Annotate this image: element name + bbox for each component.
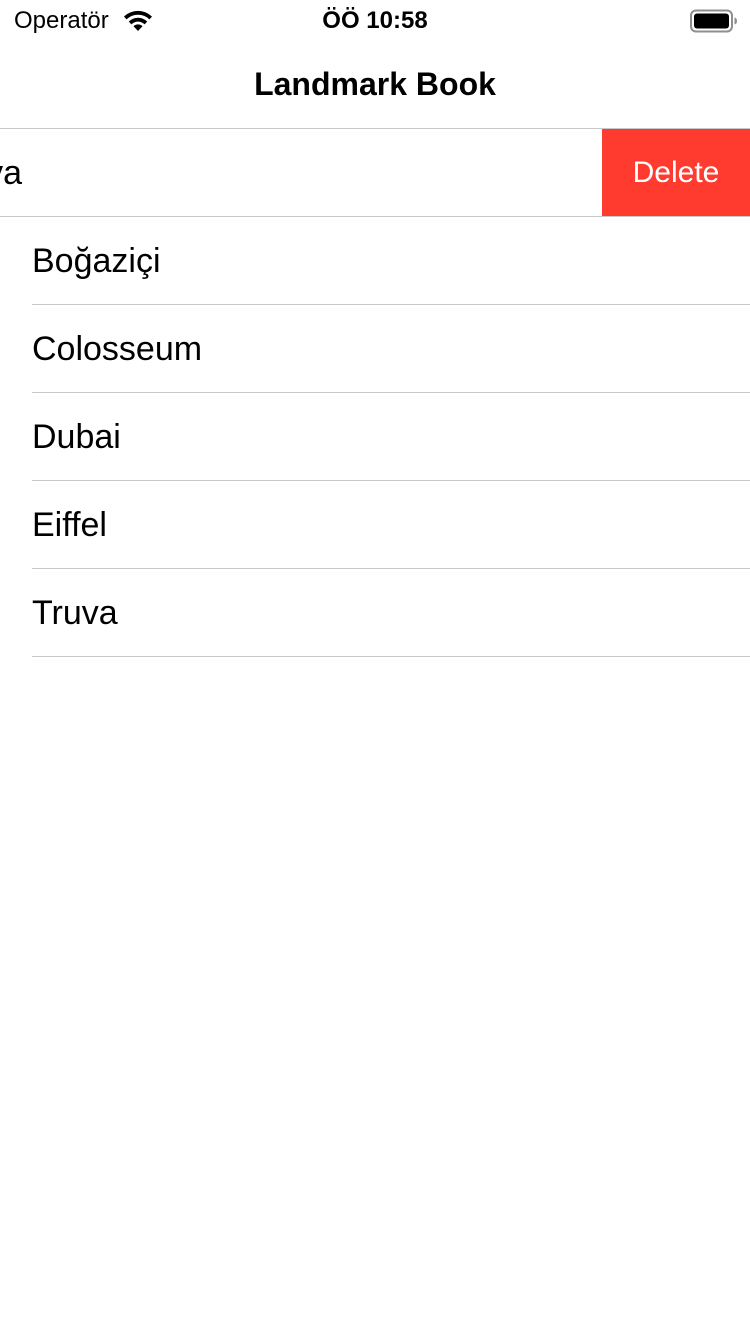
landmark-table: va Delete Boğaziçi Colosseum Dubai Eiffe… [0, 129, 750, 657]
row-label: Boğaziçi [32, 242, 161, 280]
table-row[interactable]: Colosseum [0, 305, 750, 393]
row-content: Truva [32, 569, 750, 657]
row-label: Colosseum [32, 330, 203, 368]
table-row-swiped[interactable]: va Delete [0, 129, 750, 217]
row-label: Dubai [32, 418, 121, 456]
row-content: Boğaziçi [32, 217, 750, 305]
status-time: ÖÖ 10:58 [322, 7, 428, 34]
row-content: Colosseum [32, 305, 750, 393]
table-row[interactable]: Truva [0, 569, 750, 657]
row-label: Eiffel [32, 506, 107, 544]
table-row[interactable]: Boğaziçi [0, 217, 750, 305]
battery-icon [690, 9, 738, 33]
swiped-row-label: va [0, 154, 22, 192]
row-label: Truva [32, 594, 118, 632]
row-content: Dubai [32, 393, 750, 481]
navigation-bar: Landmark Book [0, 40, 750, 129]
page-title: Landmark Book [254, 66, 496, 102]
table-row[interactable]: Eiffel [0, 481, 750, 569]
row-content: Eiffel [32, 481, 750, 569]
status-bar: Operatör ÖÖ 10:58 [0, 0, 750, 40]
delete-button[interactable]: Delete [602, 129, 750, 216]
table-row[interactable]: Dubai [0, 393, 750, 481]
